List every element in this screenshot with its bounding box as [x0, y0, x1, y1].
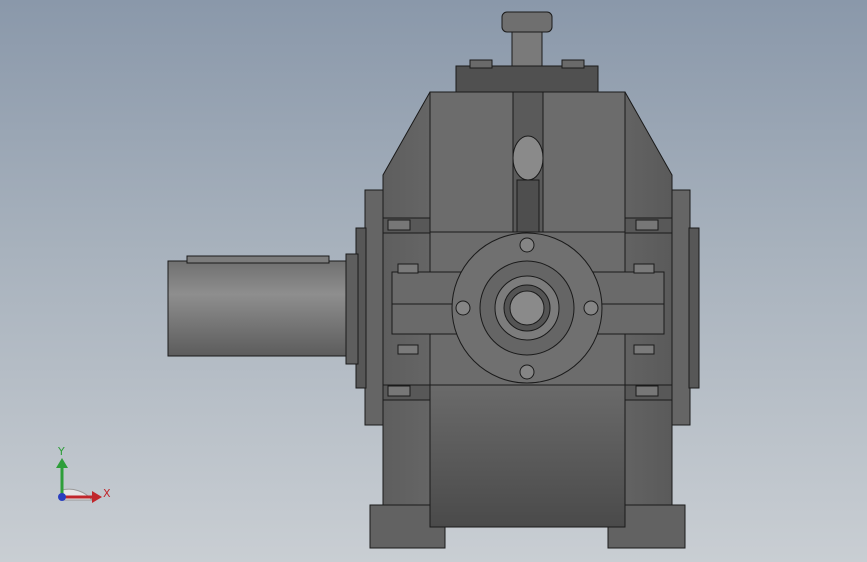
graphics-viewport[interactable]: Y X	[0, 0, 867, 562]
top-shaft	[511, 29, 543, 67]
bolt-head	[387, 219, 411, 231]
left-flange-plate	[364, 189, 386, 426]
flange-bolt	[519, 237, 535, 253]
slot-lower	[516, 179, 540, 233]
cap-bolt-right	[561, 59, 585, 69]
model-canvas[interactable]: Y X	[0, 0, 867, 562]
right-flange-plate	[669, 189, 691, 426]
lower-panel	[429, 384, 626, 528]
flange-bolt	[455, 300, 471, 316]
z-axis-dot	[58, 493, 66, 501]
input-shaft-collar	[345, 253, 359, 365]
x-axis-arrow	[92, 491, 102, 503]
bolt-head	[635, 385, 659, 397]
input-shaft-housing	[167, 260, 349, 357]
bolt-head	[387, 385, 411, 397]
bolt-head	[397, 344, 419, 355]
cap-bolt-left	[469, 59, 493, 69]
slot-boss	[512, 135, 544, 181]
top-cap-plate	[455, 65, 599, 93]
bolt-head	[635, 219, 659, 231]
flange-bolt	[519, 364, 535, 380]
output-shaft-end	[509, 290, 545, 326]
top-shaft-cap	[501, 11, 553, 33]
bolt-head	[633, 344, 655, 355]
axis-triad: Y X	[56, 445, 111, 503]
gear-reducer-model[interactable]	[167, 11, 700, 549]
bolt-head	[633, 263, 655, 274]
y-axis-label: Y	[57, 445, 65, 458]
input-shaft-key	[186, 255, 330, 264]
y-axis-arrow	[56, 458, 68, 468]
flange-bolt	[583, 300, 599, 316]
bolt-head	[397, 263, 419, 274]
x-axis-label: X	[103, 487, 111, 500]
right-flange-rim	[688, 227, 700, 389]
